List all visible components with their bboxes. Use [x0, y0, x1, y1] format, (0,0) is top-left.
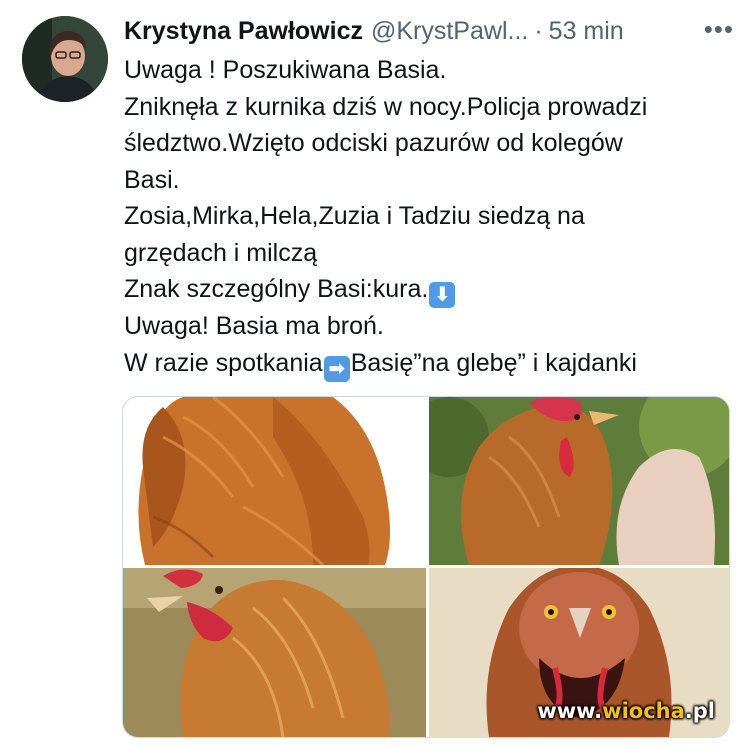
- tweet-line-text: Basię”na glebę” i kajdanki: [350, 348, 637, 377]
- hen-back-photo[interactable]: [123, 397, 426, 565]
- hen-profile-photo[interactable]: [123, 568, 426, 737]
- author-handle[interactable]: @KrystPawl...: [371, 17, 528, 46]
- tweet-text: Uwaga ! Poszukiwana Basia. Zniknęła z ku…: [124, 52, 744, 382]
- tweet-line-text: W razie spotkania: [124, 348, 323, 377]
- down-arrow-emoji-icon: ⬇: [429, 282, 456, 308]
- tweet-line: grzędach i milczą: [124, 238, 318, 267]
- tweet-line: Basi.: [124, 165, 180, 194]
- tweet-line: Uwaga! Basia ma broń.: [124, 312, 384, 340]
- wiocha-watermark-logo: www.wiocha.pl: [537, 699, 715, 723]
- tweet-line: śledztwo.Wzięto odciski pazurów od koleg…: [124, 129, 623, 157]
- tweet-line: Zosia,Mirka,Hela,Zuzia i Tadziu siedzą n…: [124, 202, 585, 230]
- hen-side-photo[interactable]: [429, 397, 729, 565]
- watermark-prefix: www.: [537, 699, 603, 723]
- tweet-line: Uwaga ! Poszukiwana Basia.: [124, 56, 447, 84]
- author-name[interactable]: Krystyna Pawłowicz: [124, 17, 363, 46]
- tweet-line-text: Znak szczególny Basi:kura.: [124, 275, 429, 303]
- tweet[interactable]: Krystyna Pawłowicz @KrystPawl... · 53 mi…: [0, 0, 750, 747]
- watermark-suffix: .pl: [684, 699, 715, 723]
- timestamp[interactable]: 53 min: [549, 17, 624, 46]
- tweet-line-mark: Znak szczególny Basi:kura. ⬇: [124, 271, 744, 308]
- tweet-line: Zniknęła z kurnika dziś w nocy.Policja p…: [124, 92, 648, 121]
- tweet-line-last: W razie spotkania ➡ Basię”na glebę” i kajd…: [124, 345, 744, 382]
- avatar[interactable]: [22, 16, 108, 102]
- watermark-brand: wiocha: [602, 699, 685, 723]
- tweet-header: Krystyna Pawłowicz @KrystPawl... · 53 mi…: [124, 14, 734, 48]
- header-separator: ·: [534, 16, 543, 45]
- media-grid[interactable]: www.wiocha.pl: [122, 396, 730, 738]
- more-options-icon[interactable]: •••: [704, 16, 734, 42]
- right-arrow-emoji-icon: ➡: [323, 355, 350, 382]
